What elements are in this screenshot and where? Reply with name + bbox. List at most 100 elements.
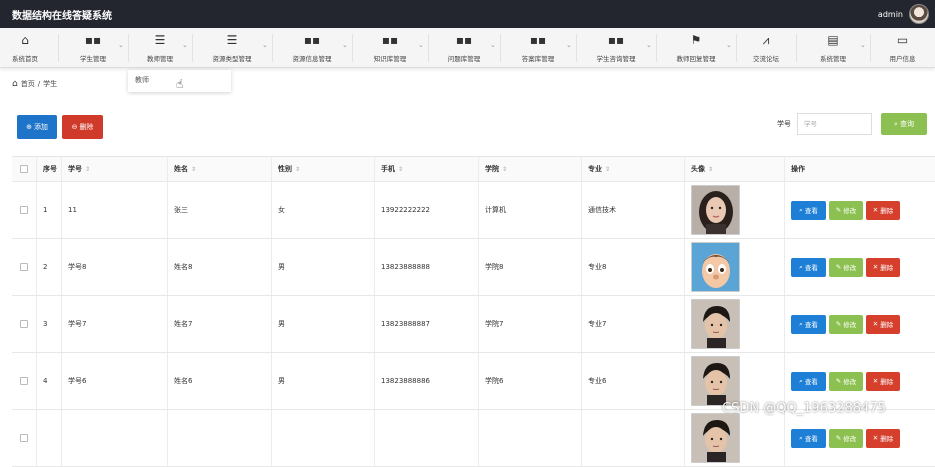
view-label: 查看 bbox=[804, 207, 818, 215]
cell-text: 姓名6 bbox=[174, 377, 193, 385]
search-icon: ⌕ bbox=[799, 205, 803, 214]
table-row: 1 11 张三女 13922222222 计算机 通信技术 ⌕ 查看 ✎ 修改 ✕ 删除 bbox=[12, 182, 935, 239]
nav-item-8[interactable]: ▪▪ 学生咨询管理 bbox=[576, 28, 656, 68]
main-nav: ⌂ 系统首页 ▪▪ 学生管理 ⌄ ☰ 教师管理 ⌄ ☰ 资源类型管理 ⌄ ▪▪ 资源信息管理 ⌄ ▪▪ 知识库… bbox=[0, 28, 935, 68]
nav-divider bbox=[272, 34, 273, 62]
view-button[interactable]: ⌕ 查看 bbox=[791, 200, 826, 220]
search-icon: ⌕ bbox=[799, 319, 803, 328]
grid-icon: ▪▪ bbox=[381, 33, 399, 47]
cell-actions: ⌕ 查看 ✎ 修改 ✕ 删除 bbox=[784, 296, 935, 352]
nav-item-7[interactable]: ▪▪ 答案库管理 bbox=[500, 28, 576, 68]
cell-text: 13823888886 bbox=[381, 377, 430, 385]
delete-button[interactable]: ✕ 删除 bbox=[866, 200, 900, 220]
nav-item-3[interactable]: ☰ 资源类型管理 bbox=[192, 28, 272, 68]
batch-delete-button[interactable]: ⊖ 删除 bbox=[62, 115, 103, 139]
edit-label: 修改 bbox=[843, 378, 857, 386]
nav-item-11[interactable]: ▤ 系统管理 bbox=[796, 28, 870, 68]
row-checkbox[interactable] bbox=[20, 320, 28, 328]
view-button[interactable]: ⌕ 查看 bbox=[791, 428, 826, 448]
edit-button[interactable]: ✎ 修改 bbox=[829, 371, 863, 391]
edit-button[interactable]: ✎ 修改 bbox=[829, 428, 863, 448]
row-checkbox[interactable] bbox=[20, 434, 28, 442]
row-checkbox[interactable] bbox=[20, 377, 28, 385]
grid-icon: ▪▪ bbox=[607, 33, 625, 47]
cell-avatar bbox=[684, 410, 784, 466]
delete-button[interactable]: ✕ 删除 bbox=[866, 257, 900, 277]
cell-college: 学院7 bbox=[478, 296, 581, 352]
nav-item-label: 学生管理 bbox=[80, 55, 106, 63]
col-header-major[interactable]: 专业 ⇕ bbox=[581, 157, 684, 181]
search-button[interactable]: ⌕ 查询 bbox=[881, 113, 927, 135]
user-name[interactable]: admin bbox=[878, 10, 903, 19]
chevron-down-icon: ⌄ bbox=[262, 41, 268, 49]
home-icon: ⌂ bbox=[12, 79, 18, 89]
delete-button[interactable]: ✕ 删除 bbox=[866, 371, 900, 391]
cell-avatar bbox=[684, 182, 784, 238]
col-header-student-id[interactable]: 学号 ⇕ bbox=[61, 157, 167, 181]
row-checkbox[interactable] bbox=[20, 206, 28, 214]
edit-button[interactable]: ✎ 修改 bbox=[829, 200, 863, 220]
nav-item-12[interactable]: ▭ 用户信息 bbox=[870, 28, 935, 68]
nav-item-0[interactable]: ⌂ 系统首页 bbox=[4, 28, 46, 68]
view-button[interactable]: ⌕ 查看 bbox=[791, 371, 826, 391]
edit-icon: ✎ bbox=[835, 434, 842, 442]
chevron-down-icon: ⌄ bbox=[566, 41, 572, 49]
nav-divider bbox=[576, 34, 577, 62]
avatar-man bbox=[691, 413, 740, 463]
nav-item-4[interactable]: ▪▪ 资源信息管理 bbox=[272, 28, 352, 68]
cell-text: 学号7 bbox=[68, 320, 87, 328]
edit-button[interactable]: ✎ 修改 bbox=[829, 257, 863, 277]
row-select-cell bbox=[12, 296, 36, 352]
edit-label: 修改 bbox=[843, 207, 857, 215]
add-button[interactable]: ⊕ 添加 bbox=[17, 115, 57, 139]
sort-icon[interactable]: ⇕ bbox=[605, 166, 610, 173]
cell-phone: 13823888887 bbox=[374, 296, 478, 352]
select-all-checkbox[interactable] bbox=[20, 165, 28, 173]
breadcrumb-home[interactable]: 首页 bbox=[21, 79, 35, 89]
add-button-label: 添加 bbox=[33, 123, 48, 131]
close-icon: ✕ bbox=[872, 377, 879, 385]
table-row: 3 学号7 姓名7 男 13823888887 学院7 专业7 ⌕ 查看 ✎ 修改 ✕ 删除 bbox=[12, 296, 935, 353]
cell-name: 姓名8 bbox=[167, 239, 271, 295]
sort-icon[interactable]: ⇕ bbox=[295, 166, 300, 173]
nav-item-10[interactable]: ⩘ 交流论坛 bbox=[736, 28, 796, 68]
nav-item-5[interactable]: ▪▪ 知识库管理 bbox=[352, 28, 428, 68]
cell-text: 2 bbox=[43, 263, 48, 271]
student-id-search-input[interactable] bbox=[797, 113, 872, 135]
cell-avatar bbox=[684, 296, 784, 352]
sort-icon[interactable]: ⇕ bbox=[708, 166, 713, 173]
sort-icon[interactable]: ⇕ bbox=[502, 166, 507, 173]
cell-text: 专业7 bbox=[588, 320, 607, 328]
col-actions-label: 操作 bbox=[791, 165, 805, 173]
sort-icon[interactable]: ⇕ bbox=[191, 166, 196, 173]
col-header-name[interactable]: 姓名 ⇕ bbox=[167, 157, 271, 181]
delete-button[interactable]: ✕ 删除 bbox=[866, 314, 900, 334]
nav-item-9[interactable]: ⚑ 教师回复管理 bbox=[656, 28, 736, 68]
col-header-avatar[interactable]: 头像 ⇕ bbox=[684, 157, 784, 181]
col-college-label: 学院 bbox=[485, 165, 499, 173]
edit-button[interactable]: ✎ 修改 bbox=[829, 314, 863, 334]
sort-icon[interactable]: ⇕ bbox=[398, 166, 403, 173]
view-button[interactable]: ⌕ 查看 bbox=[791, 314, 826, 334]
row-checkbox[interactable] bbox=[20, 263, 28, 271]
col-header-gender[interactable]: 性别 ⇕ bbox=[271, 157, 374, 181]
user-avatar[interactable] bbox=[909, 4, 929, 24]
chart-icon: ⩘ bbox=[762, 33, 770, 47]
nav-item-label: 交流论坛 bbox=[753, 55, 779, 63]
cell-text: 13823888888 bbox=[381, 263, 430, 271]
edit-icon: ✎ bbox=[835, 377, 842, 385]
nav-divider bbox=[736, 34, 737, 62]
delete-button-label: 删除 bbox=[79, 123, 94, 131]
cell-text: 学号8 bbox=[68, 263, 87, 271]
minus-circle-icon: ⊖ bbox=[71, 123, 78, 131]
delete-button[interactable]: ✕ 删除 bbox=[866, 428, 900, 448]
sort-icon[interactable]: ⇕ bbox=[85, 166, 90, 173]
cell-text: 4 bbox=[43, 377, 48, 385]
user-area[interactable]: admin bbox=[878, 4, 929, 24]
nav-item-label: 教师回复管理 bbox=[676, 55, 716, 63]
view-button[interactable]: ⌕ 查看 bbox=[791, 257, 826, 277]
cell-text: 13922222222 bbox=[381, 206, 430, 214]
nav-item-label: 资源类型管理 bbox=[212, 55, 252, 63]
col-header-phone[interactable]: 手机 ⇕ bbox=[374, 157, 478, 181]
col-header-college[interactable]: 学院 ⇕ bbox=[478, 157, 581, 181]
